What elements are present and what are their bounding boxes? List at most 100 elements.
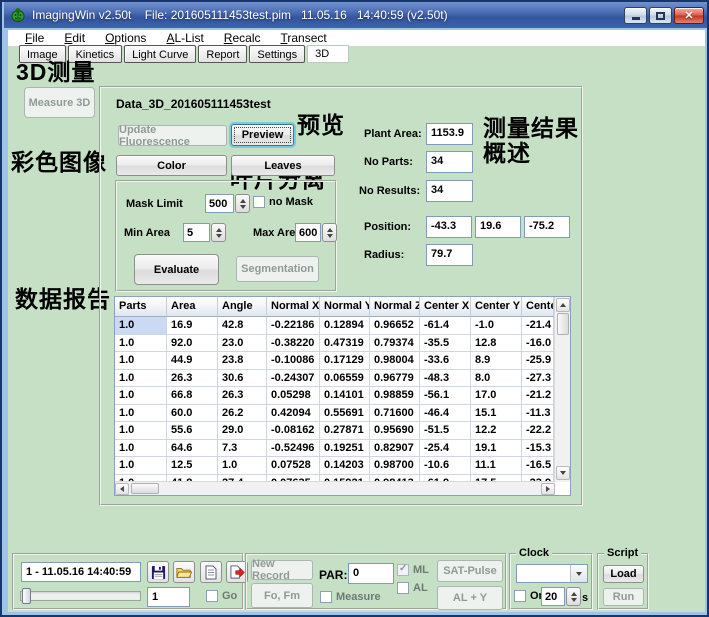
table-cell[interactable]: 23.0	[218, 335, 267, 353]
menu-file[interactable]: File	[16, 31, 53, 45]
table-cell[interactable]: -25.4	[420, 440, 471, 458]
table-cell[interactable]: 0.12894	[320, 317, 370, 335]
radius-field[interactable]: 79.7	[426, 244, 473, 266]
table-cell[interactable]: 0.96652	[370, 317, 420, 335]
par-field[interactable]: 0	[348, 563, 394, 584]
table-cell[interactable]: -1.0	[471, 317, 522, 335]
table-cell[interactable]: 1.0	[115, 387, 167, 405]
scroll-down-button[interactable]	[556, 466, 570, 480]
table-cell[interactable]: -25.9	[522, 352, 554, 370]
evaluate-button[interactable]: Evaluate	[134, 254, 219, 285]
menu-al-list[interactable]: AL-List	[157, 31, 212, 45]
mask-limit-value[interactable]: 500	[205, 194, 234, 213]
table-cell[interactable]: 0.96779	[370, 370, 420, 388]
tab-light-curve[interactable]: Light Curve	[124, 45, 196, 63]
al-y-button[interactable]: AL + Y	[437, 586, 503, 610]
table-cell[interactable]: 26.3	[218, 387, 267, 405]
record-info-field[interactable]: 1 - 11.05.16 14:40:59	[21, 562, 141, 582]
table-cell[interactable]: 0.82907	[370, 440, 420, 458]
table-cell[interactable]: 26.2	[218, 405, 267, 423]
table-cell[interactable]: 12.5	[167, 457, 218, 475]
table-cell[interactable]: 0.79374	[370, 335, 420, 353]
position-z-field[interactable]: -75.2	[524, 216, 570, 238]
al-checkbox[interactable]: AL	[397, 582, 428, 594]
preview-button[interactable]: Preview	[231, 124, 294, 146]
table-cell[interactable]: -11.3	[522, 405, 554, 423]
measure-checkbox[interactable]: Measure	[320, 591, 381, 603]
tab-3d[interactable]: 3D	[307, 45, 349, 63]
table-header-cell[interactable]: Normal X	[267, 297, 320, 317]
table-cell[interactable]: -0.10086	[267, 352, 320, 370]
scroll-up-button[interactable]	[556, 298, 570, 312]
table-cell[interactable]: 8.0	[471, 370, 522, 388]
checkbox-box[interactable]	[206, 590, 218, 602]
table-cell[interactable]: 23.8	[218, 352, 267, 370]
table-cell[interactable]: 12.2	[471, 422, 522, 440]
checkbox-box[interactable]	[397, 582, 409, 594]
table-cell[interactable]: 1.0	[115, 335, 167, 353]
vertical-scrollbar[interactable]	[554, 297, 570, 482]
tab-settings[interactable]: Settings	[249, 45, 305, 63]
measure-3d-button[interactable]: Measure 3D	[24, 87, 95, 118]
vertical-scroll-thumb[interactable]	[557, 313, 569, 335]
table-cell[interactable]: -16.5	[522, 457, 554, 475]
position-y-field[interactable]: 19.6	[475, 216, 521, 238]
table-cell[interactable]: 42.8	[218, 317, 267, 335]
menu-transect[interactable]: Transect	[271, 31, 335, 45]
table-cell[interactable]: -35.5	[420, 335, 471, 353]
min-area-stepper[interactable]: 5	[183, 223, 226, 242]
min-area-value[interactable]: 5	[183, 223, 210, 242]
table-header-cell[interactable]: Angle	[218, 297, 267, 317]
save-button[interactable]	[147, 561, 169, 583]
go-checkbox[interactable]: Go	[206, 590, 237, 602]
color-button[interactable]: Color	[116, 155, 227, 176]
table-cell[interactable]: 0.06559	[320, 370, 370, 388]
table-cell[interactable]: -33.6	[420, 352, 471, 370]
table-cell[interactable]: -0.38220	[267, 335, 320, 353]
dropdown-button[interactable]	[570, 565, 587, 582]
table-header-cell[interactable]: Area	[167, 297, 218, 317]
checkbox-box-checked[interactable]	[397, 564, 409, 576]
table-cell[interactable]: 11.1	[471, 457, 522, 475]
menu-edit[interactable]: Edit	[55, 31, 94, 45]
table-cell[interactable]: 0.42094	[267, 405, 320, 423]
max-area-spin-buttons[interactable]	[322, 223, 337, 242]
table-cell[interactable]: -48.3	[420, 370, 471, 388]
table-cell[interactable]: 1.0	[115, 317, 167, 335]
table-header-cell[interactable]: Normal Y	[320, 297, 370, 317]
table-cell[interactable]: 8.9	[471, 352, 522, 370]
sat-pulse-button[interactable]: SAT-Pulse	[437, 560, 503, 582]
checkbox-box[interactable]	[514, 590, 526, 602]
horizontal-scrollbar[interactable]	[115, 481, 555, 495]
plant-area-field[interactable]: 1153.9	[426, 123, 473, 145]
table-cell[interactable]: 26.3	[167, 370, 218, 388]
table-cell[interactable]: 0.95690	[370, 422, 420, 440]
clock-mode-dropdown[interactable]	[516, 564, 588, 583]
no-mask-checkbox[interactable]: no Mask	[253, 196, 313, 208]
table-cell[interactable]: 0.98859	[370, 387, 420, 405]
checkbox-box[interactable]	[320, 591, 332, 603]
fo-fm-button[interactable]: Fo, Fm	[251, 583, 313, 608]
table-cell[interactable]: 17.0	[471, 387, 522, 405]
close-button[interactable]: ✕	[674, 7, 704, 24]
position-x-field[interactable]: -43.3	[426, 216, 472, 238]
table-cell[interactable]: 0.98700	[370, 457, 420, 475]
table-cell[interactable]: -22.2	[522, 422, 554, 440]
table-cell[interactable]: 0.71600	[370, 405, 420, 423]
table-cell[interactable]: -56.1	[420, 387, 471, 405]
table-header-cell[interactable]: Center Y	[471, 297, 522, 317]
table-cell[interactable]: 1.0	[115, 370, 167, 388]
table-header-cell[interactable]: Center X	[420, 297, 471, 317]
table-cell[interactable]: 0.14101	[320, 387, 370, 405]
table-cell[interactable]: 0.19251	[320, 440, 370, 458]
table-cell[interactable]: -16.0	[522, 335, 554, 353]
tab-report[interactable]: Report	[198, 45, 247, 63]
no-results-field[interactable]: 34	[426, 180, 473, 202]
update-fluorescence-button[interactable]: Update Fluorescence	[118, 125, 227, 146]
title-bar[interactable]: ImagingWin v2.50t File: 201605111453test…	[4, 2, 709, 28]
clock-interval-stepper[interactable]: 20	[541, 587, 581, 606]
table-cell[interactable]: -21.2	[522, 387, 554, 405]
table-cell[interactable]: -15.3	[522, 440, 554, 458]
table-cell[interactable]: 1.0	[218, 457, 267, 475]
table-cell[interactable]: 19.1	[471, 440, 522, 458]
